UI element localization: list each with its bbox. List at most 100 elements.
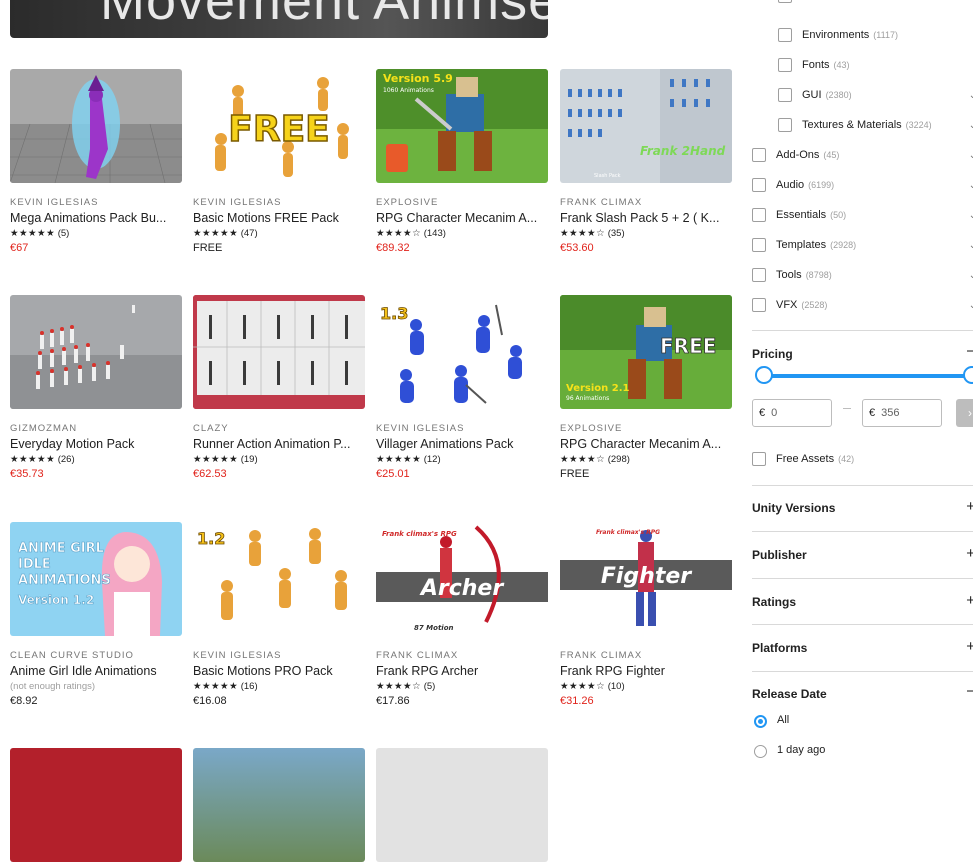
- checkbox[interactable]: [778, 28, 792, 42]
- product-card[interactable]: Frank climax's RPG Archer 87 Motion FRAN…: [376, 522, 548, 707]
- product-card[interactable]: GIZMOZMAN Everyday Motion Pack ★★★★★ (26…: [10, 295, 182, 480]
- product-card[interactable]: KEVIN IGLESIAS Mega Animations Pack Bu..…: [10, 69, 182, 254]
- product-publisher[interactable]: KEVIN IGLESIAS: [193, 197, 365, 208]
- expand-icon[interactable]: +: [966, 592, 973, 609]
- product-publisher[interactable]: CLEAN CURVE STUDIO: [10, 650, 182, 661]
- product-publisher[interactable]: GIZMOZMAN: [10, 423, 182, 434]
- section-unity-versions[interactable]: Unity Versions: [752, 501, 835, 515]
- section-publisher[interactable]: Publisher: [752, 548, 807, 562]
- product-thumbnail[interactable]: Frank 2Hand Slash Pack: [560, 69, 732, 183]
- product-publisher[interactable]: EXPLOSIVE: [560, 423, 732, 434]
- radio-1-day-ago[interactable]: [754, 745, 767, 758]
- expand-icon[interactable]: +: [966, 498, 973, 515]
- product-title[interactable]: Mega Animations Pack Bu...: [10, 211, 182, 225]
- product-publisher[interactable]: KEVIN IGLESIAS: [10, 197, 182, 208]
- max-price-input[interactable]: €356: [862, 399, 942, 427]
- product-thumbnail[interactable]: Version 5.9 1060 Animations: [376, 69, 548, 183]
- product-card[interactable]: Frank climax's RPG Fighter FRANK CLIMAX …: [560, 522, 732, 707]
- product-card[interactable]: [376, 748, 548, 862]
- filter-item-essentials[interactable]: Essentials (50) ⌄: [752, 205, 973, 225]
- filter-item-addons[interactable]: Add-Ons (45) ⌄: [752, 145, 973, 165]
- product-card[interactable]: [193, 748, 365, 862]
- chevron-down-icon[interactable]: ⌄: [969, 120, 973, 131]
- apply-price-button[interactable]: ›: [956, 399, 973, 427]
- product-title[interactable]: Frank RPG Archer: [376, 664, 548, 678]
- product-title[interactable]: Villager Animations Pack: [376, 437, 548, 451]
- chevron-down-icon[interactable]: ⌄: [969, 90, 973, 101]
- filter-item-free-assets[interactable]: Free Assets (42): [752, 449, 854, 469]
- product-thumbnail[interactable]: 1.3: [376, 295, 548, 409]
- section-release-date[interactable]: Release Date: [752, 687, 827, 701]
- pricing-title[interactable]: Pricing: [752, 347, 793, 361]
- product-card[interactable]: ANIME GIRL IDLE ANIMATIONS Version 1.2 C…: [10, 522, 182, 707]
- product-publisher[interactable]: KEVIN IGLESIAS: [376, 423, 548, 434]
- checkbox[interactable]: [778, 0, 792, 3]
- product-thumbnail[interactable]: ANIME GIRL IDLE ANIMATIONS Version 1.2: [10, 522, 182, 636]
- product-card[interactable]: Version 5.9 1060 Animations EXPLOSIVE RP…: [376, 69, 548, 254]
- product-title[interactable]: Anime Girl Idle Animations: [10, 664, 182, 678]
- slider-min-handle[interactable]: [755, 366, 773, 384]
- radio-label-1-day-ago[interactable]: 1 day ago: [777, 744, 825, 756]
- collapse-icon[interactable]: −: [966, 343, 973, 360]
- filter-item-environments[interactable]: Environments (1117): [778, 25, 898, 45]
- product-thumbnail[interactable]: [193, 295, 365, 409]
- product-thumbnail[interactable]: FREE Version 2.1 96 Animations: [560, 295, 732, 409]
- product-title[interactable]: Runner Action Animation P...: [193, 437, 365, 451]
- product-title[interactable]: RPG Character Mecanim A...: [560, 437, 732, 451]
- checkbox[interactable]: [752, 298, 766, 312]
- product-card[interactable]: [10, 748, 182, 862]
- product-thumbnail[interactable]: [10, 295, 182, 409]
- section-platforms[interactable]: Platforms: [752, 641, 807, 655]
- product-title[interactable]: Everyday Motion Pack: [10, 437, 182, 451]
- product-title[interactable]: Basic Motions FREE Pack: [193, 211, 365, 225]
- checkbox[interactable]: [752, 452, 766, 466]
- product-title[interactable]: Frank RPG Fighter: [560, 664, 732, 678]
- chevron-down-icon[interactable]: ⌄: [969, 180, 973, 191]
- filter-item-vfx[interactable]: VFX (2528) ⌄: [752, 295, 973, 315]
- product-publisher[interactable]: EXPLOSIVE: [376, 197, 548, 208]
- product-thumbnail[interactable]: [10, 748, 182, 862]
- min-price-input[interactable]: €0: [752, 399, 832, 427]
- product-card[interactable]: [560, 748, 732, 862]
- checkbox[interactable]: [778, 88, 792, 102]
- price-slider[interactable]: [764, 374, 973, 378]
- filter-item-audio[interactable]: Audio (6199) ⌄: [752, 175, 973, 195]
- collapse-icon[interactable]: −: [966, 683, 973, 700]
- radio-label-all[interactable]: All: [777, 714, 789, 726]
- radio-all[interactable]: [754, 715, 767, 728]
- product-title[interactable]: Basic Motions PRO Pack: [193, 664, 365, 678]
- checkbox[interactable]: [752, 178, 766, 192]
- product-thumbnail[interactable]: 1.2: [193, 522, 365, 636]
- product-card[interactable]: FREE KEVIN IGLESIAS Basic Motions FREE P…: [193, 69, 365, 254]
- product-thumbnail[interactable]: FREE: [193, 69, 365, 183]
- expand-icon[interactable]: +: [966, 545, 973, 562]
- filter-item-gui[interactable]: GUI (2380) ⌄: [778, 85, 973, 105]
- product-thumbnail[interactable]: Frank climax's RPG Fighter: [560, 522, 732, 636]
- product-card[interactable]: 1.3 KEVIN IGLESIAS Villager Animations P…: [376, 295, 548, 480]
- product-card[interactable]: Frank 2Hand Slash Pack FRANK CLIMAX Fran…: [560, 69, 732, 254]
- product-thumbnail[interactable]: [376, 748, 548, 862]
- product-card[interactable]: CLAZY Runner Action Animation P... ★★★★★…: [193, 295, 365, 480]
- chevron-down-icon[interactable]: ⌄: [969, 210, 973, 221]
- product-thumbnail[interactable]: [10, 69, 182, 183]
- section-ratings[interactable]: Ratings: [752, 595, 796, 609]
- product-thumbnail[interactable]: [193, 748, 365, 862]
- chevron-down-icon[interactable]: ⌄: [969, 270, 973, 281]
- checkbox[interactable]: [778, 58, 792, 72]
- checkbox[interactable]: [752, 148, 766, 162]
- expand-icon[interactable]: +: [966, 638, 973, 655]
- product-card[interactable]: FREE Version 2.1 96 Animations EXPLOSIVE…: [560, 295, 732, 480]
- filter-item-templates[interactable]: Templates (2928) ⌄: [752, 235, 973, 255]
- featured-banner[interactable]: Movement Animset Pro 1: [10, 0, 548, 38]
- slider-max-handle[interactable]: [963, 366, 973, 384]
- filter-item-textures[interactable]: Textures & Materials (3224) ⌄: [778, 115, 973, 135]
- checkbox[interactable]: [752, 208, 766, 222]
- product-publisher[interactable]: CLAZY: [193, 423, 365, 434]
- checkbox[interactable]: [752, 268, 766, 282]
- checkbox[interactable]: [752, 238, 766, 252]
- product-publisher[interactable]: FRANK CLIMAX: [376, 650, 548, 661]
- chevron-down-icon[interactable]: ⌄: [969, 300, 973, 311]
- product-thumbnail[interactable]: [560, 748, 732, 862]
- product-publisher[interactable]: FRANK CLIMAX: [560, 650, 732, 661]
- checkbox[interactable]: [778, 118, 792, 132]
